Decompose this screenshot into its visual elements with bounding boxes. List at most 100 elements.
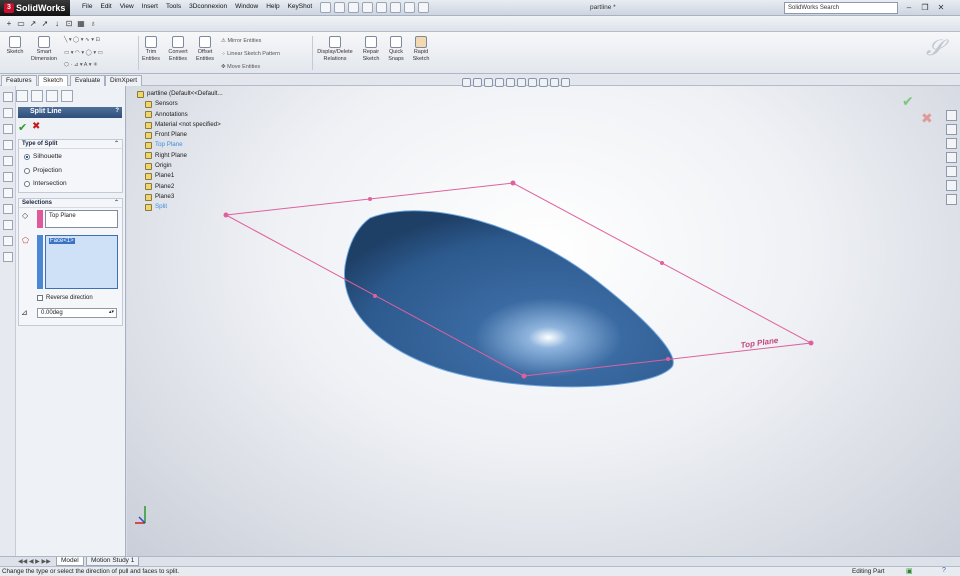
confirm-corner-cancel-icon[interactable]: ✖ bbox=[921, 110, 933, 127]
pointer-icon[interactable]: ➚ bbox=[40, 19, 50, 29]
tab-scroll-arrows[interactable]: ◀◀ ◀ ▶ ▶▶ bbox=[18, 558, 51, 565]
polygon-icon[interactable]: ⬡ · ⊿ ▾ A ▾ ✳ bbox=[64, 62, 98, 68]
mirror-entities-button[interactable]: ⚠ Mirror Entities bbox=[221, 38, 261, 44]
projection-radio[interactable]: Projection bbox=[24, 167, 62, 174]
silhouette-radio[interactable]: Silhouette bbox=[24, 153, 62, 160]
tree-item[interactable]: Sensors bbox=[137, 99, 223, 109]
view-orientation-icon[interactable] bbox=[506, 78, 515, 87]
resources-icon[interactable] bbox=[946, 110, 957, 121]
intersection-radio[interactable]: Intersection bbox=[24, 180, 67, 187]
pattern-icon[interactable] bbox=[3, 188, 13, 198]
confirm-corner-ok-icon[interactable]: ✔ bbox=[902, 93, 914, 110]
tree-item[interactable]: Plane3 bbox=[137, 192, 223, 202]
dimxpert-manager-tab-icon[interactable] bbox=[61, 90, 73, 102]
part-body[interactable] bbox=[343, 210, 674, 388]
tab-motion-study-1[interactable]: Motion Study 1 bbox=[86, 557, 140, 566]
tab-model[interactable]: Model bbox=[56, 557, 84, 566]
menu-3dconnexion[interactable]: 3Dconnexion bbox=[185, 3, 231, 10]
line-icon[interactable]: ╲ ▾ ◯ ▾ ∿ ▾ ⊡ bbox=[64, 37, 100, 43]
repair-sketch-button[interactable]: Repair Sketch bbox=[360, 36, 382, 62]
tree-item-selected[interactable]: Top Plane bbox=[137, 140, 223, 150]
type-of-split-header[interactable]: Type of Split ⌃ bbox=[19, 140, 122, 149]
tree-item[interactable]: Annotations bbox=[137, 110, 223, 120]
feature-manager-tab-icon[interactable] bbox=[16, 90, 28, 102]
reference-icon[interactable] bbox=[3, 236, 13, 246]
feature-icon[interactable] bbox=[3, 124, 13, 134]
open-icon[interactable] bbox=[334, 2, 345, 13]
boss-icon[interactable] bbox=[3, 140, 13, 150]
part-icon[interactable] bbox=[3, 92, 13, 102]
menu-file[interactable]: File bbox=[78, 3, 96, 10]
tree-item[interactable]: Material <not specified> bbox=[137, 120, 223, 130]
tab-evaluate[interactable]: Evaluate bbox=[70, 75, 106, 86]
cut-icon[interactable] bbox=[3, 156, 13, 166]
minimize-icon[interactable]: – bbox=[903, 2, 915, 13]
property-manager-tab-icon[interactable] bbox=[31, 90, 43, 102]
sketch-plane-icon[interactable] bbox=[3, 108, 13, 118]
down-arrow-icon[interactable]: ↓ bbox=[52, 19, 62, 29]
restore-icon[interactable]: ❐ bbox=[919, 2, 931, 13]
menu-edit[interactable]: Edit bbox=[96, 3, 115, 10]
search-input[interactable]: SolidWorks Search bbox=[784, 2, 898, 14]
file-explorer-icon[interactable] bbox=[946, 138, 957, 149]
hide-show-icon[interactable] bbox=[528, 78, 537, 87]
reverse-direction-checkbox[interactable]: Reverse direction bbox=[37, 295, 93, 301]
menu-window[interactable]: Window bbox=[231, 3, 262, 10]
rapid-sketch-button[interactable]: Rapid Sketch bbox=[410, 36, 432, 62]
curves-icon[interactable] bbox=[3, 252, 13, 262]
zoom-to-fit-icon[interactable] bbox=[462, 78, 471, 87]
new-document-icon[interactable] bbox=[320, 2, 331, 13]
save-icon[interactable] bbox=[348, 2, 359, 13]
tab-features[interactable]: Features bbox=[1, 75, 37, 86]
view-settings-icon[interactable] bbox=[561, 78, 570, 87]
collapse-icon[interactable]: ⌃ bbox=[114, 199, 119, 206]
convert-entities-button[interactable]: Convert Entities bbox=[165, 36, 191, 62]
menu-insert[interactable]: Insert bbox=[138, 3, 162, 10]
trim-entities-button[interactable]: Trim Entities bbox=[140, 36, 162, 62]
lightbulb-icon[interactable]: ♁ bbox=[88, 19, 98, 29]
offset-entities-button[interactable]: Offset Entities bbox=[193, 36, 217, 62]
tree-item[interactable]: Origin bbox=[137, 161, 223, 171]
configuration-manager-tab-icon[interactable] bbox=[46, 90, 58, 102]
print-icon[interactable] bbox=[362, 2, 373, 13]
close-icon[interactable]: ✕ bbox=[935, 2, 947, 13]
cancel-button[interactable]: ✖ bbox=[32, 121, 40, 132]
menu-view[interactable]: View bbox=[116, 3, 138, 10]
view-palette-icon[interactable] bbox=[946, 166, 957, 177]
display-style-icon[interactable] bbox=[517, 78, 526, 87]
status-help-icon[interactable]: ? bbox=[942, 567, 946, 574]
linear-pattern-button[interactable]: ⁘ Linear Sketch Pattern bbox=[221, 51, 280, 57]
apply-scene-icon[interactable] bbox=[550, 78, 559, 87]
graphics-area[interactable]: Top Plane bbox=[127, 86, 960, 556]
rebuild-icon[interactable] bbox=[404, 2, 415, 13]
collapse-icon[interactable]: ⌃ bbox=[114, 140, 119, 147]
spinner-icon[interactable]: ▴▾ bbox=[109, 309, 114, 315]
zoom-area-icon[interactable] bbox=[473, 78, 482, 87]
custom-properties-icon[interactable] bbox=[946, 194, 957, 205]
tree-item[interactable]: Front Plane bbox=[137, 130, 223, 140]
options-icon[interactable] bbox=[418, 2, 429, 13]
menu-help[interactable]: Help bbox=[262, 3, 283, 10]
appearances-icon[interactable] bbox=[946, 180, 957, 191]
tree-root[interactable]: partline (Default<<Default... bbox=[137, 89, 223, 99]
design-library-icon[interactable] bbox=[946, 124, 957, 135]
rect-select-icon[interactable]: ▭ bbox=[16, 19, 26, 29]
search-results-icon[interactable] bbox=[946, 152, 957, 163]
quick-snaps-button[interactable]: Quick Snaps bbox=[385, 36, 407, 62]
shell-icon[interactable] bbox=[3, 220, 13, 230]
edit-appearance-icon[interactable] bbox=[539, 78, 548, 87]
previous-view-icon[interactable] bbox=[484, 78, 493, 87]
angle-input[interactable]: 0.00deg ▴▾ bbox=[37, 308, 117, 318]
tree-item[interactable]: Right Plane bbox=[137, 151, 223, 161]
arrow-icon[interactable]: ↗ bbox=[28, 19, 38, 29]
rebuild-status-icon[interactable]: ▣ bbox=[906, 567, 913, 575]
help-icon[interactable]: ? bbox=[115, 108, 119, 114]
display-delete-relations-button[interactable]: Display/Delete Relations bbox=[314, 36, 356, 62]
tree-item[interactable]: Plane1 bbox=[137, 171, 223, 181]
tab-sketch[interactable]: Sketch bbox=[38, 75, 68, 86]
rectangle-icon[interactable]: ▭ ▾ ◠ ▾ ◯ ▾ ▭ bbox=[64, 50, 103, 56]
zoom-icon[interactable]: ⊡ bbox=[64, 19, 74, 29]
face-selection-box[interactable]: Face<1> bbox=[45, 235, 118, 289]
tree-item[interactable]: Plane2 bbox=[137, 182, 223, 192]
section-view-icon[interactable] bbox=[495, 78, 504, 87]
